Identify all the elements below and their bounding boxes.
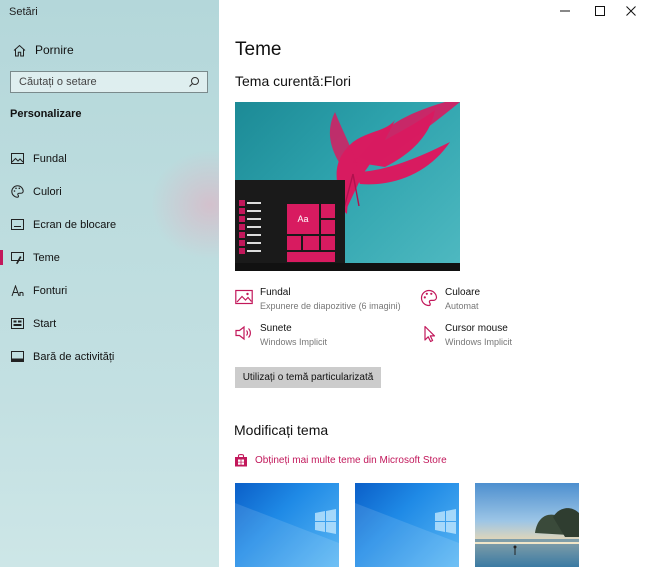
picture-icon	[235, 289, 253, 307]
main-content: Teme Tema curentă:Flori Aa Fundal Expune…	[219, 0, 648, 567]
scrollbar[interactable]	[640, 24, 648, 567]
font-icon	[10, 284, 24, 298]
sidebar-item-label: Ecran de blocare	[33, 218, 117, 231]
preview-tile: Aa	[287, 204, 319, 234]
attr-value: Expunere de diapozitive (6 imagini)	[260, 301, 401, 311]
sidebar-item-label: Fundal	[33, 152, 67, 165]
windows-logo-icon	[355, 503, 459, 567]
sidebar-item-label: Bară de activități	[33, 350, 115, 363]
change-theme-heading: Modificați tema	[234, 422, 329, 438]
search-input[interactable]: Căutați o setare	[10, 71, 208, 93]
sidebar: Setări Pornire Căutați o setare Personal…	[0, 0, 219, 567]
start-menu-preview: Aa	[235, 180, 345, 263]
palette-icon	[10, 185, 24, 199]
theme-background-link[interactable]: Fundal Expunere de diapozitive (6 imagin…	[235, 287, 415, 319]
theme-color-link[interactable]: Culoare Automat	[420, 287, 600, 319]
sidebar-item-background[interactable]: Fundal	[0, 142, 219, 175]
theme-thumbnail-beach[interactable]	[475, 483, 579, 567]
theme-brush-icon	[10, 251, 24, 265]
sidebar-item-home[interactable]: Pornire	[0, 38, 219, 62]
sidebar-item-colors[interactable]: Culori	[0, 175, 219, 208]
sidebar-item-home-label: Pornire	[35, 43, 74, 57]
sidebar-item-taskbar[interactable]: Bară de activități	[0, 340, 219, 373]
beach-rock-image	[475, 508, 579, 567]
theme-thumbnail-windows-2[interactable]	[355, 483, 459, 567]
search-icon[interactable]	[187, 75, 201, 89]
picture-icon	[10, 152, 24, 166]
start-icon	[10, 317, 24, 331]
cursor-icon	[420, 325, 438, 343]
sidebar-item-start[interactable]: Start	[0, 307, 219, 340]
sidebar-item-themes[interactable]: Teme	[0, 241, 219, 274]
theme-cursor-link[interactable]: Cursor mouse Windows Implicit	[420, 323, 600, 355]
attr-value: Windows Implicit	[260, 337, 328, 347]
page-title: Teme	[235, 39, 282, 60]
attr-name: Fundal	[260, 287, 291, 298]
home-icon	[12, 43, 26, 57]
use-custom-theme-button[interactable]: Utilizați o temă particularizată	[235, 367, 381, 388]
attr-name: Cursor mouse	[445, 323, 508, 334]
windows-logo-icon	[235, 503, 339, 567]
speaker-icon	[235, 325, 253, 343]
attr-name: Sunete	[260, 323, 292, 334]
theme-preview: Aa	[235, 102, 460, 271]
app-title: Setări	[9, 6, 38, 18]
palette-icon	[420, 289, 438, 307]
sidebar-item-label: Teme	[33, 251, 60, 264]
store-bag-icon	[234, 453, 248, 467]
sidebar-item-label: Start	[33, 317, 57, 330]
current-theme-label: Tema curentă:Flori	[235, 73, 351, 89]
attr-value: Automat	[445, 301, 479, 311]
theme-sounds-link[interactable]: Sunete Windows Implicit	[235, 323, 415, 355]
attr-value: Windows Implicit	[445, 337, 513, 347]
theme-thumbnail-windows-1[interactable]	[235, 483, 339, 567]
sidebar-item-lock-screen[interactable]: Ecran de blocare	[0, 208, 219, 241]
lock-screen-icon	[10, 218, 24, 232]
sidebar-item-fonts[interactable]: Fonturi	[0, 274, 219, 307]
attr-name: Culoare	[445, 287, 481, 298]
sidebar-item-label: Culori	[33, 185, 62, 198]
taskbar-preview	[235, 263, 460, 271]
section-heading: Personalizare	[10, 108, 82, 120]
microsoft-store-link-label: Obțineți mai multe teme din Microsoft St…	[255, 454, 447, 466]
sidebar-item-label: Fonturi	[33, 284, 68, 297]
sidebar-nav: Fundal Culori Ecran de blocare Teme Font…	[0, 142, 219, 373]
microsoft-store-link[interactable]: Obțineți mai multe teme din Microsoft St…	[234, 452, 447, 468]
taskbar-icon	[10, 350, 24, 364]
search-placeholder: Căutați o setare	[19, 76, 97, 88]
